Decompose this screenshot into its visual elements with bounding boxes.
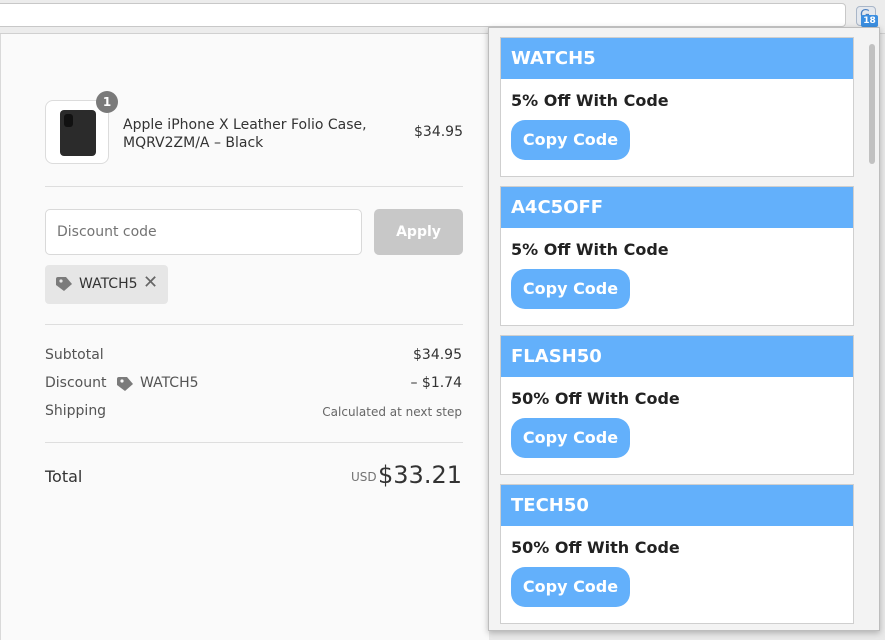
tag-icon — [117, 377, 133, 391]
coupon-description: 50% Off With Code — [511, 538, 680, 557]
copy-code-button[interactable]: Copy Code — [511, 567, 630, 607]
currency-label: USD — [351, 470, 377, 484]
divider — [45, 442, 463, 443]
copy-code-button[interactable]: Copy Code — [511, 120, 630, 160]
shipping-label: Shipping — [45, 403, 107, 419]
checkout-order-summary: 1 Apple iPhone X Leather Folio Case, MQR… — [0, 34, 489, 640]
total-label: Total — [45, 467, 83, 486]
extension-badge: 18 — [861, 15, 878, 27]
discount-code-input[interactable]: Discount code — [45, 209, 362, 255]
coupon-description: 50% Off With Code — [511, 389, 680, 408]
shipping-value: Calculated at next step — [322, 405, 462, 419]
applied-discount-chip: WATCH5 ✕ — [45, 265, 168, 304]
coupon-code: WATCH5 — [501, 38, 853, 79]
copy-code-button[interactable]: Copy Code — [511, 269, 630, 309]
coupon-code: A4C5OFF — [501, 187, 853, 228]
apply-button[interactable]: Apply — [374, 209, 463, 255]
subtotal-label: Subtotal — [45, 347, 104, 363]
product-line-item: 1 Apple iPhone X Leather Folio Case, MQR… — [45, 91, 463, 166]
copy-code-button[interactable]: Copy Code — [511, 418, 630, 458]
coupon-code: FLASH50 — [501, 336, 853, 377]
coupon-code: TECH50 — [501, 485, 853, 526]
discount-label: Discount — [45, 375, 107, 391]
coupon-popup: WATCH5 5% Off With Code Copy Code A4C5OF… — [488, 27, 880, 631]
product-name: Apple iPhone X Leather Folio Case, MQRV2… — [123, 117, 367, 151]
phone-case-image — [60, 110, 96, 156]
coupon-description: 5% Off With Code — [511, 240, 669, 259]
discount-code-label: WATCH5 — [140, 375, 199, 391]
divider — [45, 186, 463, 187]
divider — [45, 324, 463, 325]
coupon-card: FLASH50 50% Off With Code Copy Code — [500, 335, 854, 475]
discount-value: – $1.74 — [410, 375, 462, 391]
scrollbar-thumb[interactable] — [869, 44, 875, 164]
address-bar[interactable] — [0, 3, 846, 27]
coupon-card: TECH50 50% Off With Code Copy Code — [500, 484, 854, 624]
tag-icon — [56, 277, 72, 291]
popup-scrollbar[interactable] — [867, 36, 877, 626]
quantity-badge: 1 — [96, 91, 118, 113]
coupon-description: 5% Off With Code — [511, 91, 669, 110]
remove-discount-icon[interactable]: ✕ — [143, 272, 158, 293]
coupon-card: A4C5OFF 5% Off With Code Copy Code — [500, 186, 854, 326]
coupon-card: WATCH5 5% Off With Code Copy Code — [500, 37, 854, 177]
applied-code-label: WATCH5 — [79, 276, 138, 292]
total-amount: $33.21 — [378, 461, 462, 489]
product-price: $34.95 — [414, 124, 463, 140]
subtotal-value: $34.95 — [413, 347, 462, 363]
